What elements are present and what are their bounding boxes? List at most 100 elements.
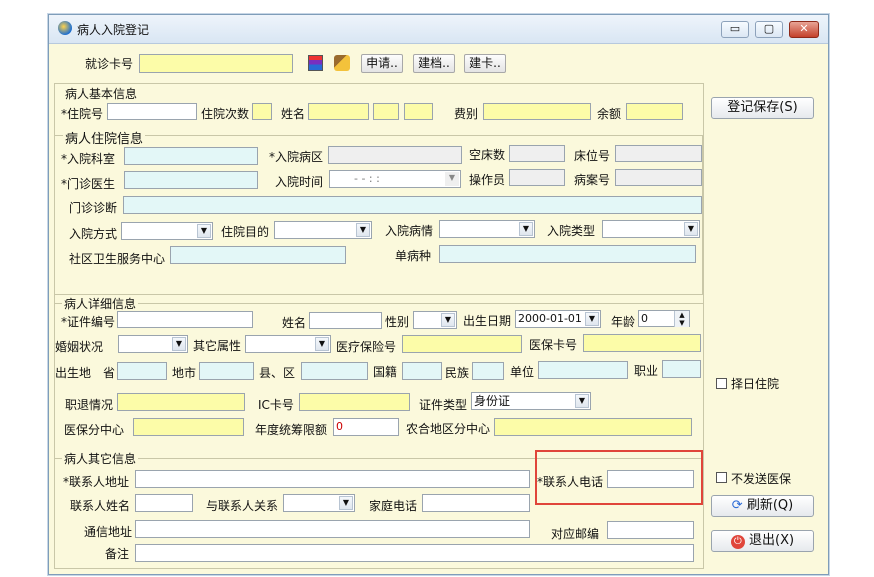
single-disease-label: 单病种	[395, 249, 432, 263]
balance-input[interactable]	[626, 103, 683, 120]
contact-name-label: 联系人姓名	[70, 499, 131, 513]
other-attr-select[interactable]: ▼	[245, 335, 331, 353]
id-type-label: 证件类型	[419, 398, 468, 412]
unit-input[interactable]	[538, 361, 628, 379]
retire-input[interactable]	[117, 393, 245, 411]
basic-info-title: 病人基本信息	[63, 85, 140, 102]
county-input[interactable]	[301, 362, 368, 380]
job-input[interactable]	[662, 360, 701, 378]
close-button[interactable]: ✕	[789, 21, 819, 38]
chevron-down-icon[interactable]: ▼	[356, 223, 370, 237]
admit-type-select[interactable]: ▼	[602, 220, 700, 238]
spin-arrows-icon[interactable]: ▲ ▼	[674, 311, 689, 327]
title-bar[interactable]: 病人入院登记 ▭ ▢ ✕	[49, 15, 828, 44]
chevron-down-icon[interactable]: ▼	[339, 496, 353, 510]
purpose-select[interactable]: ▼	[274, 221, 372, 239]
mail-addr-input[interactable]	[135, 520, 530, 538]
insurance-no-input[interactable]	[402, 335, 522, 353]
mail-addr-label: 通信地址	[84, 525, 133, 539]
apply-button[interactable]: 申请..	[361, 54, 403, 73]
chevron-down-icon[interactable]: ▼	[575, 394, 589, 408]
exit-button[interactable]: ⏻ 退出(X)	[711, 530, 814, 552]
clinic-diag-input[interactable]	[123, 196, 702, 214]
create-card-button[interactable]: 建卡..	[464, 54, 506, 73]
unit-label: 单位	[510, 365, 535, 379]
admit-no-input[interactable]	[107, 103, 197, 120]
remark-input[interactable]	[135, 544, 694, 562]
province-input[interactable]	[117, 362, 167, 380]
basic-name-extra2[interactable]	[404, 103, 433, 120]
age-stepper[interactable]: 0 ▲ ▼	[638, 310, 690, 327]
ins-center-input[interactable]	[133, 418, 244, 436]
contact-name-input[interactable]	[135, 494, 193, 512]
restore-button[interactable]: ▢	[755, 21, 783, 38]
condition-select[interactable]: ▼	[439, 220, 535, 238]
no-insurance-label: 不发送医保	[731, 472, 792, 486]
chevron-down-icon[interactable]: ▼	[684, 222, 698, 236]
community-input[interactable]	[170, 246, 346, 264]
sex-select[interactable]: ▼	[413, 311, 457, 329]
case-no-input[interactable]	[615, 169, 702, 186]
clear-brush-icon[interactable]	[334, 55, 350, 71]
exit-label: 退出(X)	[749, 533, 795, 548]
card-reader-icon[interactable]	[308, 55, 323, 71]
empty-beds-input[interactable]	[509, 145, 565, 162]
fee-type-input[interactable]	[483, 103, 591, 120]
birth-date-picker[interactable]: 2000-01-01 ▼	[515, 310, 601, 328]
select-day-checkbox[interactable]	[716, 378, 727, 389]
id-type-select[interactable]: 身份证 ▼	[471, 392, 591, 410]
nationality-input[interactable]	[402, 362, 442, 380]
other-attr-label: 其它属性	[193, 339, 242, 353]
ic-card-input[interactable]	[299, 393, 410, 411]
chevron-down-icon[interactable]: ▼	[197, 224, 211, 238]
ethnicity-input[interactable]	[472, 362, 504, 380]
bed-no-label: 床位号	[574, 149, 611, 163]
admit-mode-select[interactable]: ▼	[121, 222, 213, 240]
basic-name-input[interactable]	[308, 103, 369, 120]
chevron-down-icon[interactable]: ▼	[441, 313, 455, 327]
chevron-down-icon[interactable]: ▼	[315, 337, 329, 351]
marital-label: 婚姻状况	[55, 340, 104, 354]
coop-center-input[interactable]	[494, 418, 692, 436]
fee-type-label: 费别	[454, 107, 479, 121]
marital-select[interactable]: ▼	[118, 335, 188, 353]
refresh-button[interactable]: ⟳ 刷新(Q)	[711, 495, 814, 517]
id-no-input[interactable]	[117, 311, 253, 328]
chevron-down-icon[interactable]: ▼	[519, 222, 533, 236]
clinic-doctor-input[interactable]	[124, 171, 258, 189]
birth-label: 出生日期	[463, 314, 512, 328]
detail-info-title: 病人详细信息	[62, 295, 139, 312]
save-button[interactable]: 登记保存(S)	[711, 97, 814, 119]
chevron-down-icon[interactable]: ▼	[172, 337, 186, 351]
admit-time-value: - - : :	[354, 172, 380, 185]
coop-center-label: 农合地区分中心	[406, 422, 491, 436]
id-no-label: *证件编号	[61, 315, 116, 329]
home-phone-input[interactable]	[422, 494, 530, 512]
purpose-label: 住院目的	[221, 225, 270, 239]
relation-select[interactable]: ▼	[283, 494, 355, 512]
case-no-label: 病案号	[574, 173, 611, 187]
admit-dept-input[interactable]	[124, 147, 258, 165]
annual-limit-label: 年度统筹限额	[255, 423, 328, 437]
basic-name-label: 姓名	[281, 107, 306, 121]
create-file-button[interactable]: 建档..	[413, 54, 455, 73]
insurance-card-input[interactable]	[583, 334, 701, 352]
minimize-button[interactable]: ▭	[721, 21, 749, 38]
province-label: 省	[103, 366, 116, 380]
admit-times-input[interactable]	[252, 103, 272, 120]
basic-name-extra1[interactable]	[373, 103, 399, 120]
single-disease-input[interactable]	[439, 245, 696, 263]
chevron-down-icon[interactable]: ▼	[445, 172, 459, 186]
postcode-input[interactable]	[607, 521, 694, 539]
admit-ward-input[interactable]	[328, 146, 462, 164]
chevron-down-icon[interactable]: ▼	[585, 312, 599, 326]
card-input[interactable]	[139, 54, 293, 73]
admit-time-picker[interactable]: - - : : ▼	[329, 170, 461, 188]
operator-input[interactable]	[509, 169, 565, 186]
bed-no-input[interactable]	[615, 145, 702, 162]
city-input[interactable]	[199, 362, 254, 380]
contact-addr-input[interactable]	[135, 470, 530, 488]
annual-limit-input[interactable]: 0	[333, 418, 399, 436]
detail-name-input[interactable]	[309, 312, 382, 329]
no-insurance-checkbox[interactable]	[716, 472, 727, 483]
